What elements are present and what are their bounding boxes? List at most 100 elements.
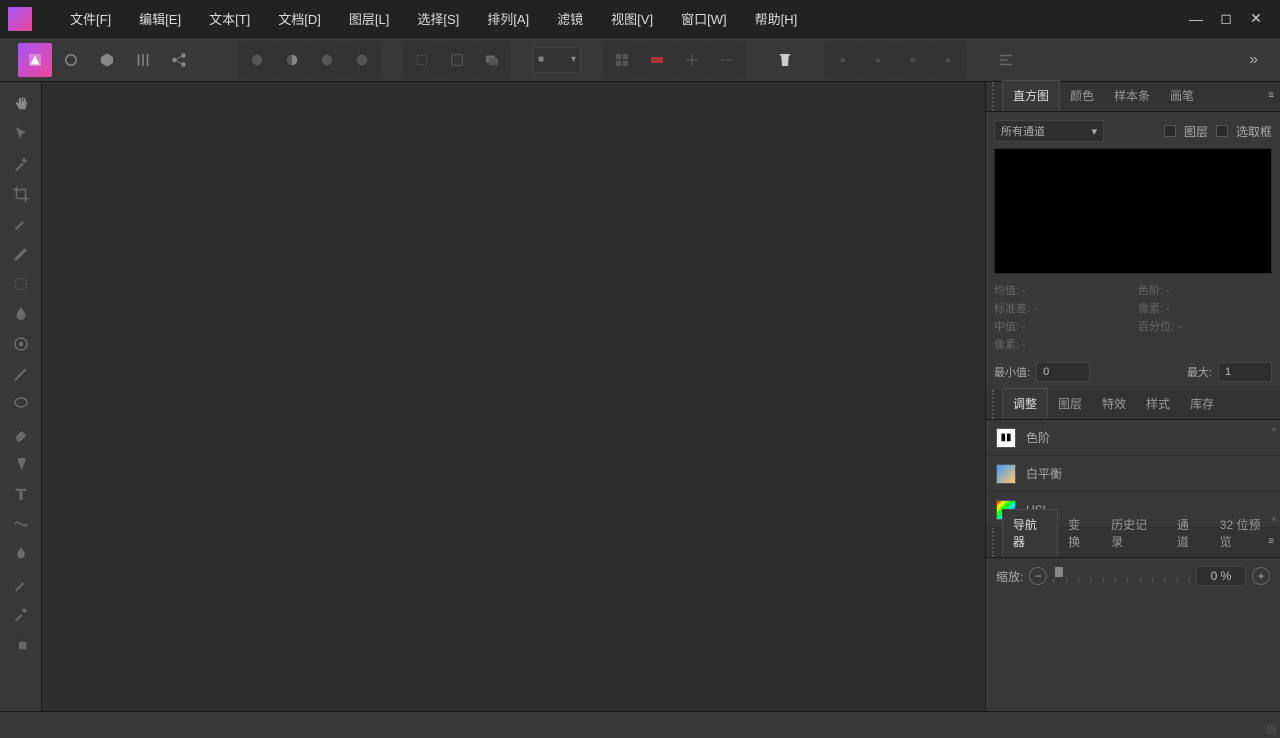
tb-arrange-4-icon[interactable]: ▫ <box>931 43 965 77</box>
toolbar: ■▾ ▫ ▫ ▫ ▫ » <box>0 38 1280 82</box>
window-close-icon[interactable]: ✕ <box>1248 11 1264 27</box>
cb-layer-label: 图层 <box>1184 123 1208 140</box>
persona-export-icon[interactable] <box>162 43 196 77</box>
window-maximize-icon[interactable]: ◻ <box>1218 11 1234 27</box>
tab-styles[interactable]: 样式 <box>1136 389 1180 419</box>
stat-percentile: 百分位: - <box>1138 318 1272 334</box>
menu-view[interactable]: 视图[V] <box>597 3 667 34</box>
tab-histogram[interactable]: 直方图 <box>1002 80 1060 111</box>
cb-layer[interactable] <box>1164 125 1176 137</box>
tb-grid-icon[interactable] <box>605 43 639 77</box>
adj-levels[interactable]: ▮▮ 色阶 <box>986 420 1280 456</box>
tb-auto-contrast-icon[interactable] <box>275 43 309 77</box>
tool-gradient-icon[interactable] <box>7 330 35 358</box>
zoom-in-button[interactable]: + <box>1252 567 1270 585</box>
tool-eraser-icon[interactable] <box>7 420 35 448</box>
adj-levels-label: 色阶 <box>1026 429 1050 446</box>
persona-liquify-icon[interactable] <box>54 43 88 77</box>
tool-smudge-icon[interactable] <box>7 570 35 598</box>
max-input[interactable]: 1 <box>1218 362 1272 382</box>
persona-tone-icon[interactable] <box>126 43 160 77</box>
right-panel-area: 直方图 颜色 样本条 画笔 ≡ 所有通道▾ 图层 选取框 均值: - 色阶: -… <box>985 82 1280 711</box>
menu-select[interactable]: 选择[S] <box>403 3 473 34</box>
tab-32bit[interactable]: 32 位预览 <box>1210 510 1280 557</box>
tab-swatches[interactable]: 样本条 <box>1104 81 1160 111</box>
tb-arrange-3-icon[interactable]: ▫ <box>896 43 930 77</box>
tb-blend-dropdown[interactable]: ■▾ <box>533 47 581 73</box>
tool-clone-icon[interactable] <box>7 450 35 478</box>
whitebalance-icon <box>996 464 1016 484</box>
window-minimize-icon[interactable]: — <box>1188 11 1204 27</box>
zoom-out-button[interactable]: − <box>1029 567 1047 585</box>
cb-marquee[interactable] <box>1216 125 1228 137</box>
tool-flood-icon[interactable] <box>7 300 35 328</box>
canvas-area[interactable] <box>42 82 985 711</box>
tab-navigator[interactable]: 导航器 <box>1002 509 1058 557</box>
zoom-slider[interactable] <box>1053 567 1190 585</box>
menu-document[interactable]: 文档[D] <box>264 3 335 34</box>
tool-healing-icon[interactable] <box>7 510 35 538</box>
persona-photo-icon[interactable] <box>18 43 52 77</box>
menu-text[interactable]: 文本[T] <box>195 3 264 34</box>
tool-hand-icon[interactable] <box>7 90 35 118</box>
tab-channels[interactable]: 通道 <box>1167 510 1210 557</box>
histogram-panel: 所有通道▾ 图层 选取框 均值: - 色阶: - 标准差: - 像素: - 中值… <box>986 112 1280 390</box>
menu-file[interactable]: 文件[F] <box>56 3 125 34</box>
stat-mean: 均值: - <box>994 282 1128 298</box>
navigator-panel: 缩放: − 0 % + <box>986 558 1280 594</box>
tb-snap2-icon[interactable] <box>710 43 744 77</box>
tab-adjust[interactable]: 调整 <box>1002 388 1048 419</box>
tab-layers[interactable]: 图层 <box>1048 389 1092 419</box>
menu-window[interactable]: 窗口[W] <box>667 3 741 34</box>
adj-scrollbar[interactable]: ▲▼ <box>1270 424 1276 524</box>
tb-arrange-2-icon[interactable]: ▫ <box>861 43 895 77</box>
menu-help[interactable]: 帮助[H] <box>741 3 812 34</box>
tab-stock[interactable]: 库存 <box>1180 389 1224 419</box>
panel-drag-handle-icon[interactable] <box>992 528 998 557</box>
tb-align-icon[interactable] <box>989 43 1023 77</box>
tb-stack-icon[interactable] <box>475 43 509 77</box>
tool-pen-icon[interactable] <box>7 240 35 268</box>
menu-layer[interactable]: 图层[L] <box>335 3 403 34</box>
menu-arrange[interactable]: 排列[A] <box>473 3 543 34</box>
panel-drag-handle-icon[interactable] <box>992 390 998 419</box>
tool-lasso-icon[interactable] <box>7 390 35 418</box>
tb-auto-colors-icon[interactable] <box>310 43 344 77</box>
panel-drag-handle-icon[interactable] <box>992 82 998 111</box>
tool-move-icon[interactable] <box>7 120 35 148</box>
tool-marquee-icon[interactable] <box>7 270 35 298</box>
tool-blur-icon[interactable] <box>7 540 35 568</box>
panel-menu-icon[interactable]: ≡ <box>1268 90 1274 101</box>
tool-eyedropper-icon[interactable] <box>7 600 35 628</box>
tb-auto-levels-icon[interactable] <box>240 43 274 77</box>
tool-brush-icon[interactable] <box>7 210 35 238</box>
stat-median: 中值: - <box>994 318 1128 334</box>
tb-assist-icon[interactable] <box>640 43 674 77</box>
tb-snap-icon[interactable] <box>675 43 709 77</box>
tool-text-icon[interactable] <box>7 480 35 508</box>
tab-effects[interactable]: 特效 <box>1092 389 1136 419</box>
histogram-channel-dropdown[interactable]: 所有通道▾ <box>994 120 1104 142</box>
panel-menu-icon[interactable]: ≡ <box>1268 536 1274 547</box>
tool-pencil-icon[interactable] <box>7 360 35 388</box>
tb-selection-icon[interactable] <box>440 43 474 77</box>
tb-trash-icon[interactable] <box>768 43 802 77</box>
tb-arrange-1-icon[interactable]: ▫ <box>826 43 860 77</box>
min-input[interactable]: 0 <box>1036 362 1090 382</box>
tool-color-picker-icon[interactable] <box>7 150 35 178</box>
tab-color[interactable]: 颜色 <box>1060 81 1104 111</box>
app-logo-icon <box>8 7 32 31</box>
menu-filters[interactable]: 滤镜 <box>543 3 597 34</box>
menu-edit[interactable]: 编辑[E] <box>125 3 195 34</box>
tb-crop-icon[interactable] <box>405 43 439 77</box>
toolbar-overflow-icon[interactable]: » <box>1245 47 1262 73</box>
tb-auto-wb-icon[interactable] <box>345 43 379 77</box>
zoom-value[interactable]: 0 % <box>1196 566 1246 586</box>
tool-crop-icon[interactable] <box>7 180 35 208</box>
adj-whitebalance[interactable]: 白平衡 <box>986 456 1280 492</box>
tab-brushes[interactable]: 画笔 <box>1160 81 1204 111</box>
tab-history[interactable]: 历史记录 <box>1101 510 1167 557</box>
persona-develop-icon[interactable] <box>90 43 124 77</box>
tool-swatch-icon[interactable] <box>7 630 35 658</box>
tab-transform[interactable]: 变换 <box>1058 510 1101 557</box>
